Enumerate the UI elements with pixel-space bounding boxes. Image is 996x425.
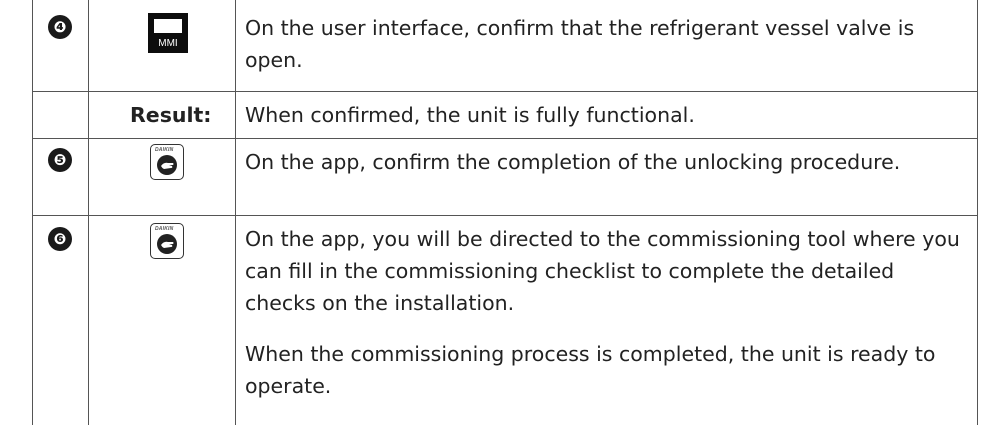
step-number: ❹	[48, 15, 72, 39]
result-text: When confirmed, the unit is fully functi…	[245, 103, 695, 127]
table-divider-1	[88, 0, 89, 425]
step-number: ❻	[48, 227, 72, 251]
step-instruction-continued: When the commissioning process is comple…	[245, 342, 936, 398]
row-separator	[32, 91, 977, 92]
table-border-right	[977, 0, 978, 425]
hand-icon	[157, 155, 177, 175]
result-label: Result:	[130, 103, 212, 127]
mmi-icon: MMI	[148, 13, 188, 53]
mmi-icon-label: MMI	[158, 38, 178, 49]
step-instruction: On the app, you will be directed to the …	[245, 227, 960, 315]
hand-icon	[157, 234, 177, 254]
daikin-app-icon: DAIKIN	[150, 144, 184, 180]
step-instruction: On the app, confirm the completion of th…	[245, 150, 901, 174]
row-separator	[32, 138, 977, 139]
table-border-left	[32, 0, 33, 425]
step-instruction: On the user interface, confirm that the …	[245, 16, 915, 72]
row-separator	[32, 215, 977, 216]
step-number: ❺	[48, 148, 72, 172]
daikin-app-icon: DAIKIN	[150, 223, 184, 259]
table-divider-2	[235, 0, 236, 425]
